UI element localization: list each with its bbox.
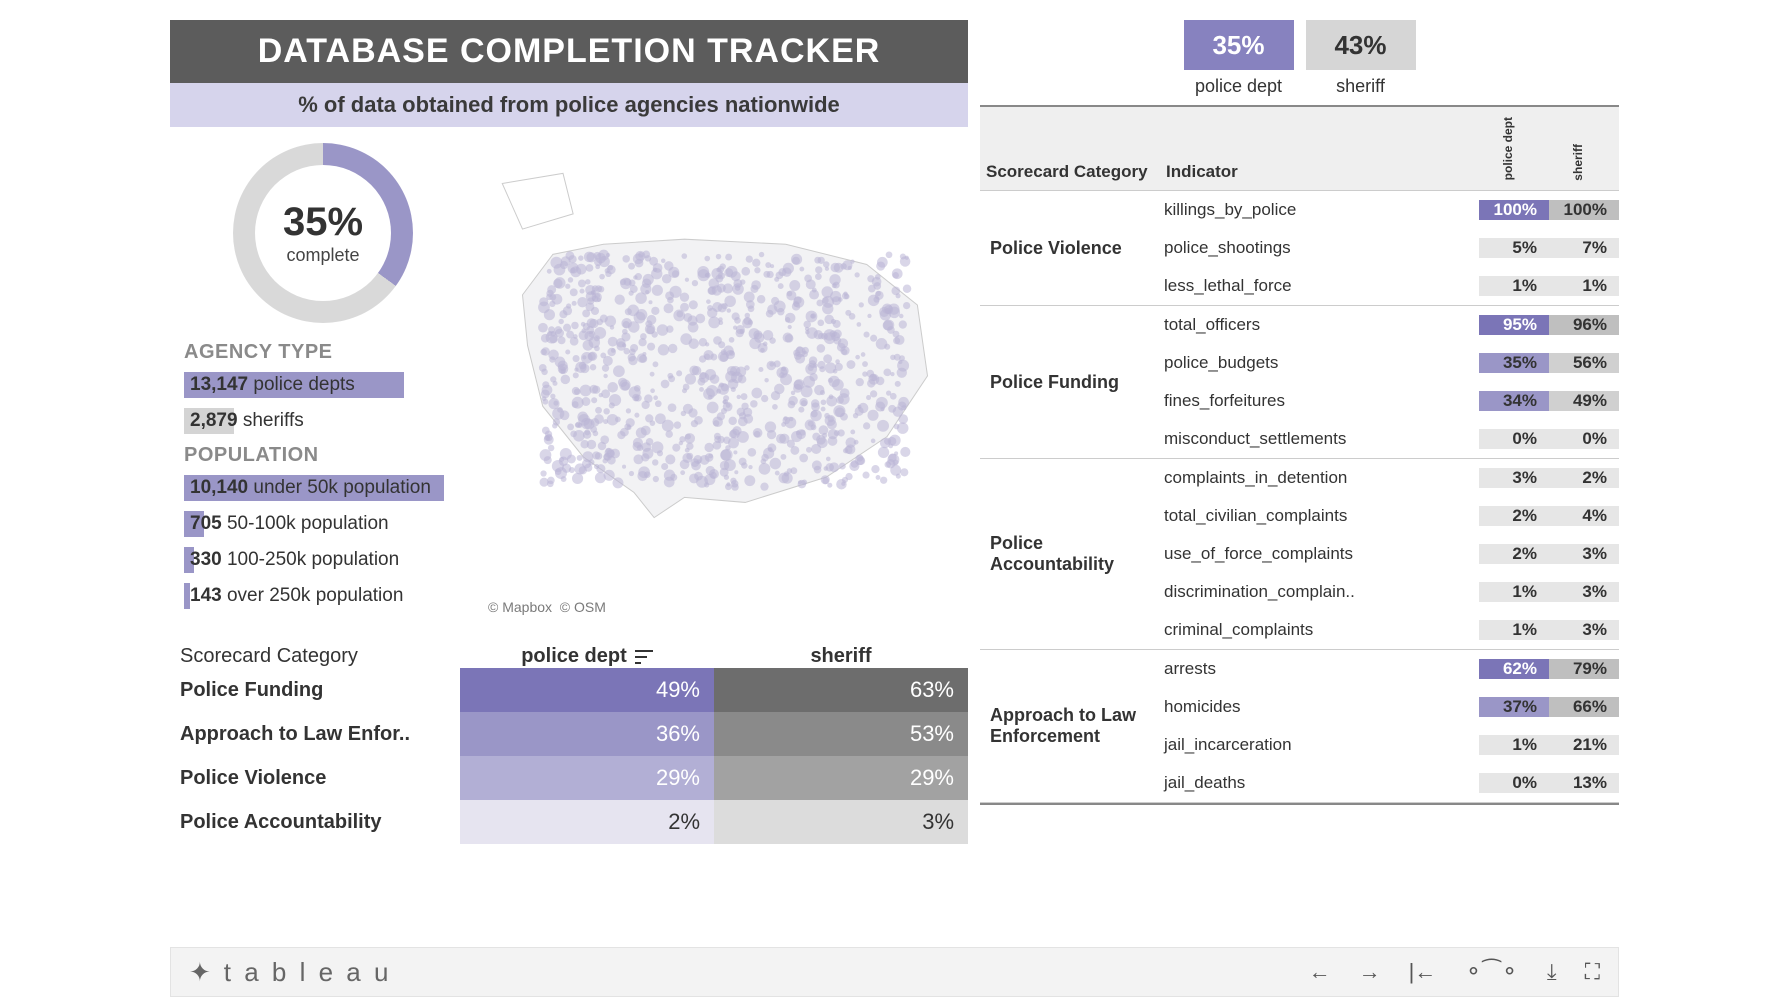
scorecard-row[interactable]: Police Funding49%63%	[170, 668, 968, 712]
redo-button[interactable]: →	[1359, 959, 1381, 985]
indicator-group: Police Accountabilitycomplaints_in_deten…	[980, 459, 1619, 650]
sg-header-sheriff[interactable]: sheriff	[714, 645, 968, 668]
agency-type-bars: 13,147 police depts 2,879 sheriffs	[184, 372, 462, 434]
fullscreen-button[interactable]: ⛶	[1585, 959, 1600, 985]
indicator-row[interactable]: complaints_in_detention3%2%	[1160, 459, 1619, 497]
sg-header-police[interactable]: police dept	[460, 645, 714, 668]
download-button[interactable]: ⤓	[1547, 959, 1557, 985]
indicator-row[interactable]: fines_forfeitures34%49%	[1160, 382, 1619, 420]
summary-police-label: police dept	[1184, 76, 1294, 97]
indicator-row[interactable]: criminal_complaints1%3%	[1160, 611, 1619, 649]
donut-label: complete	[286, 245, 359, 266]
indicator-row[interactable]: use_of_force_complaints2%3%	[1160, 535, 1619, 573]
bar-item[interactable]: 143 over 250k population	[184, 583, 462, 609]
donut-percent: 35%	[283, 200, 363, 245]
agency-type-heading: AGENCY TYPE	[184, 341, 462, 364]
tableau-logo[interactable]: ✦ t a b l e a u	[189, 957, 391, 988]
rt-header-category: Scorecard Category	[986, 162, 1166, 182]
indicator-group-name: Police Funding	[980, 306, 1160, 458]
summary-sheriff-label: sheriff	[1306, 76, 1416, 97]
indicator-row[interactable]: police_budgets35%56%	[1160, 344, 1619, 382]
bar-item[interactable]: 2,879 sheriffs	[184, 408, 462, 434]
scorecard-row[interactable]: Police Violence29%29%	[170, 756, 968, 800]
map-attribution: © Mapbox © OSM	[488, 599, 606, 615]
summary-sheriff-pct: 43%	[1306, 20, 1416, 70]
population-bars: 10,140 under 50k population 705 50-100k p…	[184, 475, 462, 609]
sg-header-category: Scorecard Category	[170, 645, 460, 668]
scorecard-row[interactable]: Approach to Law Enfor..36%53%	[170, 712, 968, 756]
tableau-logo-icon: ✦	[189, 957, 214, 988]
indicator-row[interactable]: misconduct_settlements0%0%	[1160, 420, 1619, 458]
indicator-row[interactable]: discrimination_complain..1%3%	[1160, 573, 1619, 611]
indicator-group-name: Police Accountability	[980, 459, 1160, 649]
rt-header-police[interactable]: police dept	[1501, 115, 1515, 182]
indicator-row[interactable]: killings_by_police100%100%	[1160, 191, 1619, 229]
bar-item[interactable]: 10,140 under 50k population	[184, 475, 462, 501]
bar-item[interactable]: 13,147 police depts	[184, 372, 462, 398]
summary-police-pct: 35%	[1184, 20, 1294, 70]
indicator-row[interactable]: jail_deaths0%13%	[1160, 764, 1619, 802]
scorecard-category-chart: Scorecard Category police dept sheriff P…	[170, 645, 968, 844]
tableau-toolbar: ✦ t a b l e a u ← → |← ⚬⁀⚬ ⤓ ⛶	[170, 947, 1619, 997]
indicator-row[interactable]: less_lethal_force1%1%	[1160, 267, 1619, 305]
scorecard-row[interactable]: Police Accountability2%3%	[170, 800, 968, 844]
indicator-group: Police Fundingtotal_officers95%96%police…	[980, 306, 1619, 459]
indicator-row[interactable]: total_civilian_complaints2%4%	[1160, 497, 1619, 535]
indicator-row[interactable]: arrests62%79%	[1160, 650, 1619, 688]
rt-header-indicator: Indicator	[1166, 162, 1473, 182]
share-button[interactable]: ⚬⁀⚬	[1464, 959, 1519, 985]
page-subtitle: % of data obtained from police agencies …	[170, 83, 968, 127]
page-title: DATABASE COMPLETION TRACKER	[170, 20, 968, 83]
indicator-row[interactable]: total_officers95%96%	[1160, 306, 1619, 344]
us-map[interactable]: © Mapbox © OSM	[482, 143, 968, 619]
completion-donut: 35% complete	[233, 143, 413, 323]
indicator-group-name: Approach to Law Enforcement	[980, 650, 1160, 802]
reset-button[interactable]: |←	[1409, 959, 1437, 985]
bar-item[interactable]: 705 50-100k population	[184, 511, 462, 537]
rt-header-sheriff[interactable]: sheriff	[1571, 142, 1585, 183]
indicator-group: Police Violencekillings_by_police100%100…	[980, 191, 1619, 306]
bar-item[interactable]: 330 100-250k population	[184, 547, 462, 573]
indicator-group: Approach to Law Enforcementarrests62%79%…	[980, 650, 1619, 803]
indicator-row[interactable]: jail_incarceration1%21%	[1160, 726, 1619, 764]
sort-desc-icon[interactable]	[635, 650, 653, 664]
map-svg	[482, 143, 968, 568]
indicator-row[interactable]: police_shootings5%7%	[1160, 229, 1619, 267]
population-heading: POPULATION	[184, 444, 462, 467]
undo-button[interactable]: ←	[1309, 959, 1331, 985]
indicator-group-name: Police Violence	[980, 191, 1160, 305]
indicator-row[interactable]: homicides37%66%	[1160, 688, 1619, 726]
